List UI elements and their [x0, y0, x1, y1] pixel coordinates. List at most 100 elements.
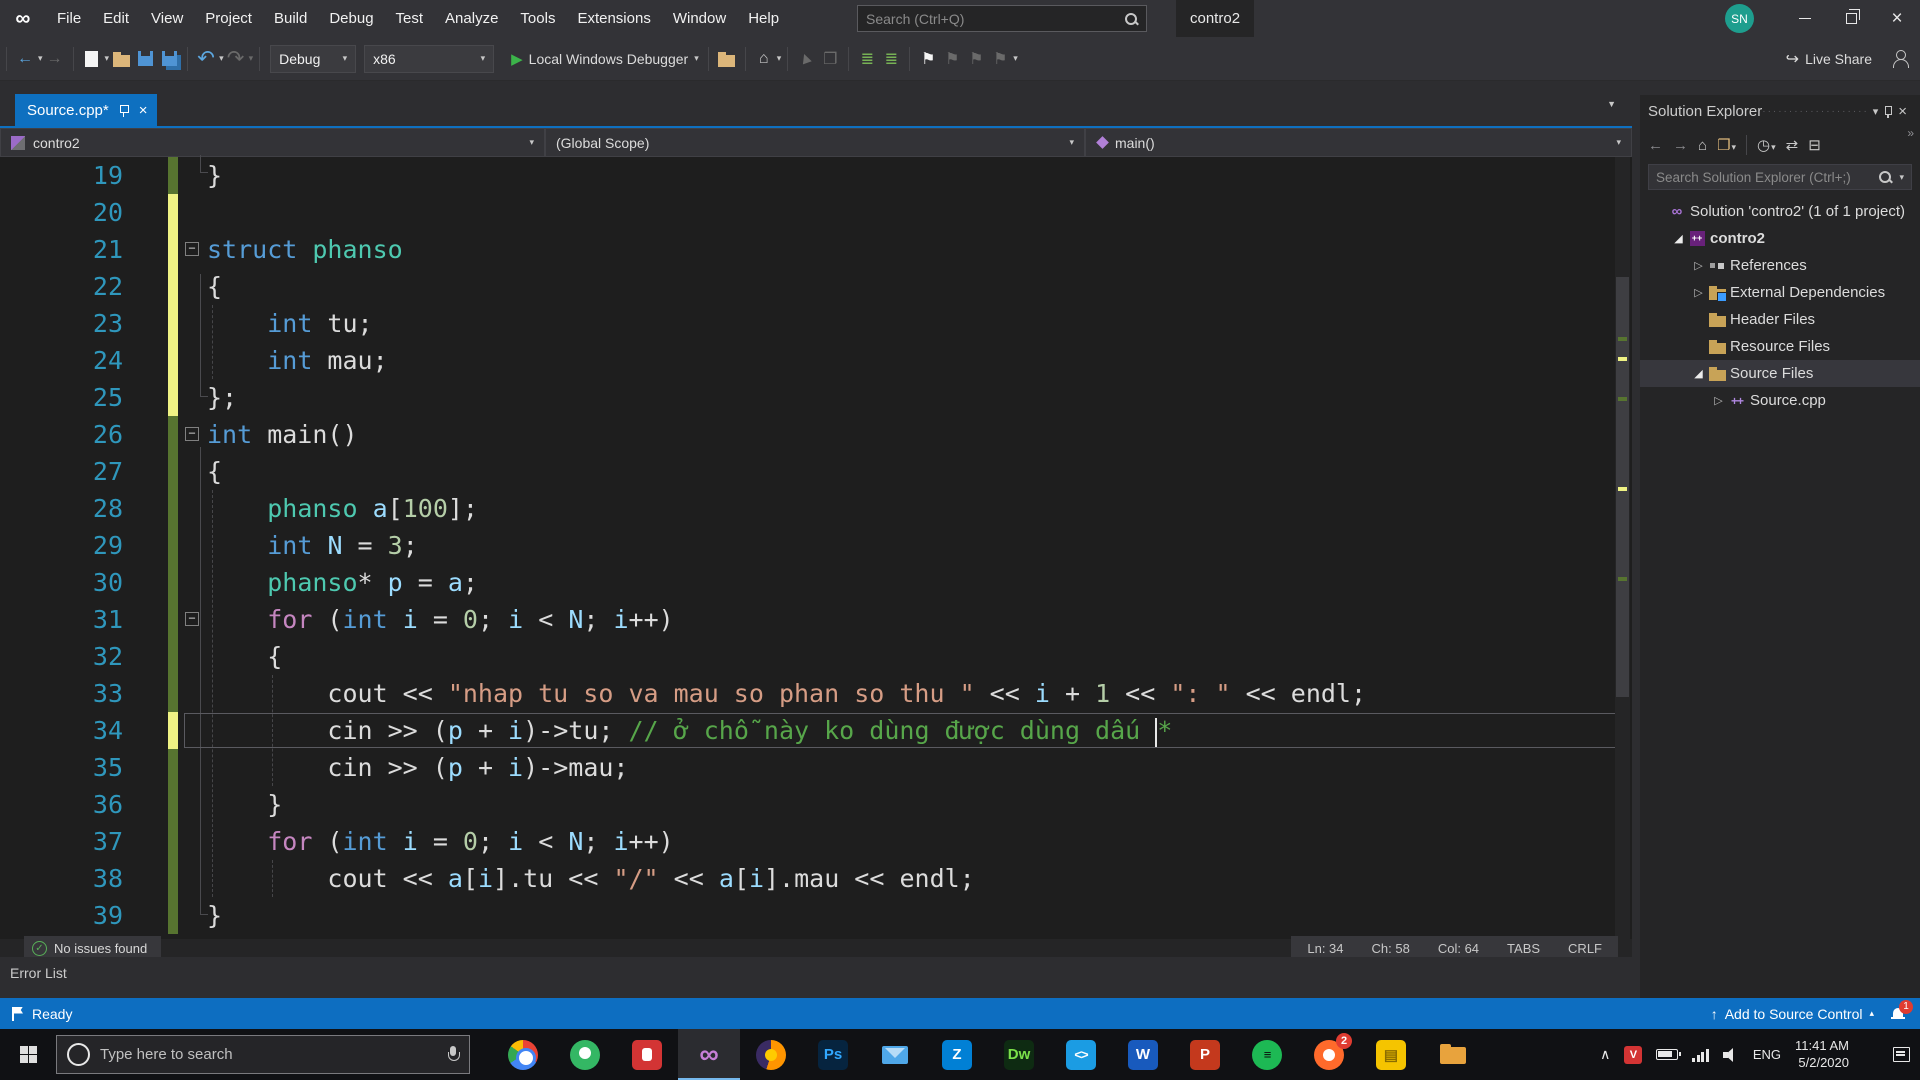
- error-list-title[interactable]: Error List: [10, 965, 67, 981]
- taskbar-app-sticky-notes[interactable]: ▤: [1360, 1029, 1422, 1080]
- increase-indent-button[interactable]: ≣: [879, 44, 903, 74]
- column-indicator[interactable]: Col: 64: [1438, 941, 1479, 956]
- expanded-arrow-icon[interactable]: ◢: [1690, 367, 1707, 380]
- taskbar-app-vs-code[interactable]: <>: [1050, 1029, 1112, 1080]
- se-overflow-icon[interactable]: »: [1907, 126, 1914, 140]
- pin-panel-icon[interactable]: [1883, 105, 1893, 119]
- scope-dropdown[interactable]: (Global Scope) ▾: [545, 128, 1085, 157]
- attach-to-process-button[interactable]: [715, 44, 739, 74]
- open-file-button[interactable]: [109, 44, 133, 74]
- code-line-34[interactable]: 34 cin >> (p + i)->tu; // ở chỗ này ko d…: [0, 712, 1608, 749]
- solution-platform-dropdown[interactable]: x86 ▾: [364, 44, 495, 73]
- fold-collapse-icon[interactable]: −: [185, 427, 199, 441]
- tree-item-external-dependencies[interactable]: ▷ External Dependencies: [1640, 279, 1920, 306]
- feedback-icon[interactable]: [1890, 49, 1910, 69]
- code-line-28[interactable]: 28 phanso a[100];: [0, 490, 1608, 527]
- menu-build[interactable]: Build: [263, 0, 318, 37]
- taskbar-app-spotify[interactable]: ≡: [1236, 1029, 1298, 1080]
- code-line-26[interactable]: 26 int main(): [0, 416, 1608, 453]
- tree-item-contro2[interactable]: ◢ ++ contro2: [1640, 225, 1920, 252]
- taskbar-app-file-explorer[interactable]: [1422, 1029, 1484, 1080]
- microphone-icon[interactable]: [447, 1045, 460, 1064]
- menu-extensions[interactable]: Extensions: [566, 0, 661, 37]
- menu-help[interactable]: Help: [737, 0, 790, 37]
- taskbar-app-red-security-app[interactable]: [616, 1029, 678, 1080]
- code-line-24[interactable]: 24 int mau;: [0, 342, 1608, 379]
- code-line-36[interactable]: 36 }: [0, 786, 1608, 823]
- code-line-20[interactable]: 20: [0, 194, 1608, 231]
- code-line-29[interactable]: 29 int N = 3;: [0, 527, 1608, 564]
- navigate-home-icon[interactable]: ⌂: [752, 44, 776, 74]
- code-line-39[interactable]: 39}: [0, 897, 1608, 934]
- code-line-30[interactable]: 30 phanso* p = a;: [0, 564, 1608, 601]
- se-home-icon[interactable]: ⌂: [1698, 137, 1707, 154]
- tree-item-header-files[interactable]: Header Files: [1640, 306, 1920, 333]
- menu-debug[interactable]: Debug: [318, 0, 384, 37]
- taskbar-app-mail[interactable]: [864, 1029, 926, 1080]
- se-collapse-all-icon[interactable]: ⊟: [1808, 136, 1821, 154]
- taskbar-app-zalo-chat[interactable]: Z: [926, 1029, 988, 1080]
- tree-item-source-cpp[interactable]: ▷ ++ Source.cpp: [1640, 387, 1920, 414]
- code-editor[interactable]: 19} 20 21 struct phanso −22{23 int tu; 24 int…: [0, 155, 1632, 939]
- next-bookmark-button[interactable]: ⚑: [964, 44, 988, 74]
- code-line-32[interactable]: 32 {: [0, 638, 1608, 675]
- vertical-scrollbar[interactable]: [1615, 157, 1630, 939]
- panel-dropdown-icon[interactable]: ▾: [1868, 105, 1884, 118]
- collapsed-arrow-icon[interactable]: ▷: [1710, 394, 1727, 407]
- volume-icon[interactable]: [1722, 1047, 1739, 1062]
- fold-collapse-icon[interactable]: −: [185, 612, 199, 626]
- action-center-icon[interactable]: [1893, 1047, 1910, 1062]
- se-back-icon[interactable]: ←: [1648, 137, 1663, 154]
- tree-item-resource-files[interactable]: Resource Files: [1640, 333, 1920, 360]
- code-line-38[interactable]: 38 cout << a[i].tu << "/" << a[i].mau <<…: [0, 860, 1608, 897]
- pin-tab-icon[interactable]: [118, 103, 130, 117]
- taskbar-app-visual-studio[interactable]: ∞: [678, 1029, 740, 1080]
- solution-explorer-title-bar[interactable]: Solution Explorer ······················…: [1640, 95, 1920, 128]
- member-dropdown[interactable]: main() ▾: [1085, 128, 1632, 157]
- navigate-forward-button[interactable]: →: [43, 44, 67, 74]
- tab-source-cpp[interactable]: Source.cpp* ×: [15, 94, 158, 126]
- menu-edit[interactable]: Edit: [92, 0, 140, 37]
- code-line-23[interactable]: 23 int tu;: [0, 305, 1608, 342]
- save-button[interactable]: [133, 44, 157, 74]
- show-hidden-icons-chevron[interactable]: ∧: [1600, 1046, 1610, 1063]
- code-line-31[interactable]: 31 for (int i = 0; i < N; i++): [0, 601, 1608, 638]
- taskbar-app-dreamweaver[interactable]: Dw: [988, 1029, 1050, 1080]
- tree-item-source-files[interactable]: ◢ Source Files: [1640, 360, 1920, 387]
- code-line-25[interactable]: 25};: [0, 379, 1608, 416]
- collapsed-arrow-icon[interactable]: ▷: [1690, 259, 1707, 272]
- tray-red-app-icon[interactable]: V: [1624, 1045, 1643, 1064]
- taskbar-app-orange-browser[interactable]: 2: [1298, 1029, 1360, 1080]
- input-language[interactable]: ENG: [1753, 1047, 1781, 1062]
- toggle-bookmark-button[interactable]: ⚑: [916, 44, 940, 74]
- close-tab-icon[interactable]: ×: [139, 102, 148, 119]
- quick-search-box[interactable]: Search (Ctrl+Q): [857, 5, 1147, 32]
- start-debugging-button[interactable]: ▶ Local Windows Debugger ▾: [508, 44, 702, 74]
- menu-window[interactable]: Window: [662, 0, 737, 37]
- character-indicator[interactable]: Ch: 58: [1372, 941, 1410, 956]
- menu-analyze[interactable]: Analyze: [434, 0, 509, 37]
- add-to-source-control-button[interactable]: ↑ Add to Source Control ▴: [1711, 1006, 1874, 1022]
- taskbar-app-coccoc-browser[interactable]: [554, 1029, 616, 1080]
- taskbar-search-box[interactable]: Type here to search: [56, 1035, 470, 1074]
- taskbar-app-photoshop[interactable]: Ps: [802, 1029, 864, 1080]
- menu-test[interactable]: Test: [385, 0, 435, 37]
- network-icon[interactable]: [1692, 1048, 1709, 1062]
- project-dropdown[interactable]: contro2 ▾: [0, 128, 545, 157]
- menu-view[interactable]: View: [140, 0, 194, 37]
- tab-list-dropdown-icon[interactable]: ▼: [1607, 99, 1616, 109]
- start-button[interactable]: [0, 1029, 56, 1080]
- navigate-back-button[interactable]: ←: [13, 44, 37, 74]
- taskbar-app-chrome[interactable]: [492, 1029, 554, 1080]
- taskbar-app-firefox[interactable]: [740, 1029, 802, 1080]
- restore-button[interactable]: [1828, 0, 1874, 37]
- notifications-bell-icon[interactable]: 1: [1890, 999, 1913, 1022]
- line-indicator[interactable]: Ln: 34: [1307, 941, 1343, 956]
- se-switch-views-icon[interactable]: ❐▾: [1717, 136, 1736, 154]
- code-line-37[interactable]: 37 for (int i = 0; i < N; i++): [0, 823, 1608, 860]
- menu-file[interactable]: File: [46, 0, 92, 37]
- redo-button[interactable]: ↷: [224, 44, 248, 74]
- taskbar-clock[interactable]: 11:41 AM 5/2/2020: [1795, 1038, 1849, 1072]
- menu-tools[interactable]: Tools: [509, 0, 566, 37]
- fold-collapse-icon[interactable]: −: [185, 242, 199, 256]
